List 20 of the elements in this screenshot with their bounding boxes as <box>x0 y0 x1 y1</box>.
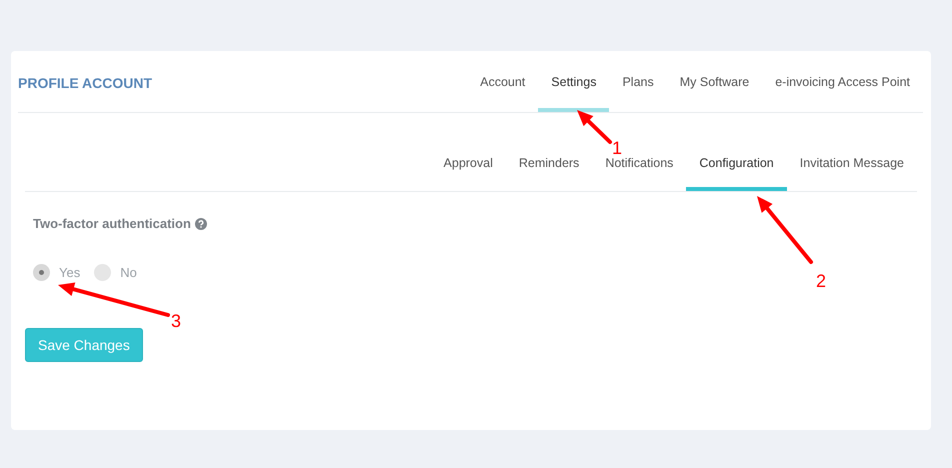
radio-label: Yes <box>59 265 80 280</box>
annotation-arrow <box>577 110 612 144</box>
tab[interactable]: Plans <box>609 51 667 112</box>
radio-label: No <box>120 265 137 280</box>
tab[interactable]: Reminders <box>506 113 592 191</box>
radio-button[interactable] <box>33 264 50 281</box>
annotation-number: 1 <box>612 138 622 158</box>
annotation-number: 3 <box>171 311 182 331</box>
annotation-number: 2 <box>816 271 826 291</box>
tab[interactable]: Approval <box>430 113 506 191</box>
radio-button[interactable] <box>94 264 112 281</box>
tab[interactable]: e-invoicing Access Point <box>762 51 923 112</box>
field-label: Two-factor authentication <box>33 216 191 231</box>
tab[interactable]: Configuration <box>686 113 787 191</box>
tab[interactable]: My Software <box>666 51 762 112</box>
tab[interactable]: Invitation Message <box>786 113 917 191</box>
annotation-arrow <box>757 196 813 264</box>
help-icon <box>194 218 207 230</box>
page-title: PROFILE ACCOUNT <box>18 74 152 90</box>
tab[interactable]: Account <box>467 51 538 112</box>
